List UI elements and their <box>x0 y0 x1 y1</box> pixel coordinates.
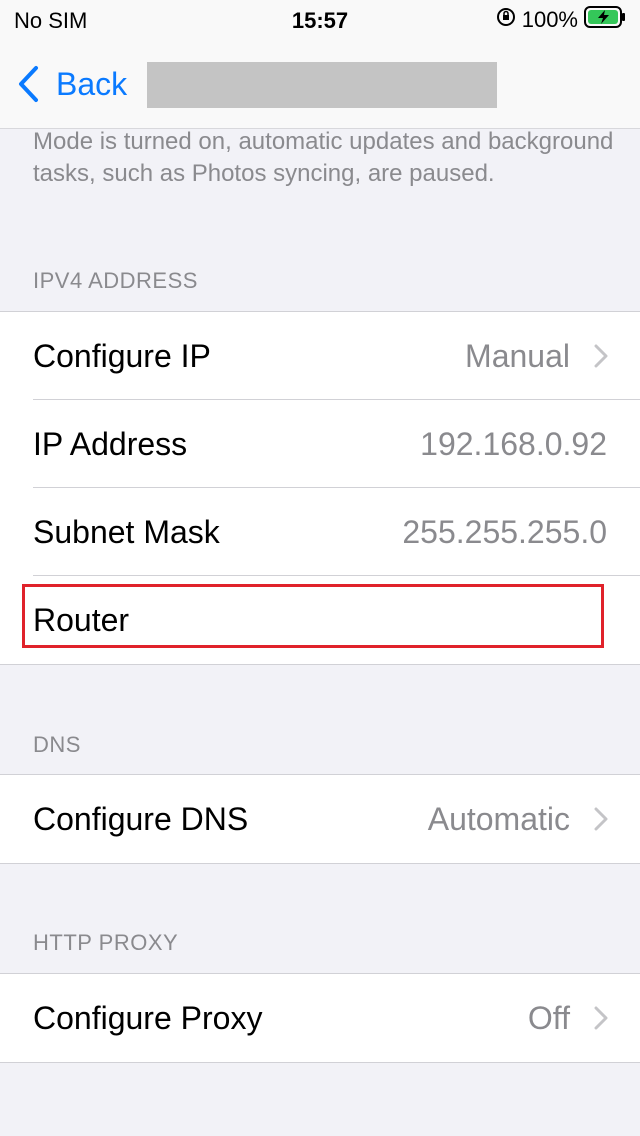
back-button[interactable]: Back <box>16 62 127 106</box>
chevron-right-icon <box>594 344 608 368</box>
configure-dns-value: Automatic <box>427 801 570 837</box>
configure-proxy-value: Off <box>527 1000 570 1036</box>
redacted-title <box>147 62 497 108</box>
ipv4-section-header: IPV4 ADDRESS <box>33 268 198 293</box>
ip-address-label: IP Address <box>33 426 188 462</box>
battery-percent: 100% <box>521 7 578 32</box>
ip-address-value[interactable]: 192.168.0.92 <box>420 400 607 488</box>
configure-proxy-label: Configure Proxy <box>33 1000 263 1036</box>
http-proxy-section-header: HTTP PROXY <box>33 930 179 955</box>
configure-dns-row[interactable]: Configure DNS Automatic <box>0 775 640 863</box>
router-row[interactable]: Router <box>0 576 640 664</box>
status-right: 100% <box>496 6 626 34</box>
chevron-right-icon <box>594 807 608 831</box>
chevron-left-icon <box>19 66 38 102</box>
subnet-mask-row[interactable]: Subnet Mask 255.255.255.0 <box>0 488 640 576</box>
back-label: Back <box>56 65 128 102</box>
orientation-lock-icon <box>496 7 516 33</box>
status-bar: No SIM 15:57 100% <box>0 0 640 40</box>
subnet-mask-label: Subnet Mask <box>33 514 220 550</box>
router-label: Router <box>33 602 130 638</box>
configure-proxy-row[interactable]: Configure Proxy Off <box>0 974 640 1062</box>
configure-ip-value: Manual <box>465 338 570 374</box>
configure-ip-row[interactable]: Configure IP Manual <box>0 312 640 400</box>
navigation-bar: Back <box>0 40 640 129</box>
subnet-mask-value[interactable]: 255.255.255.0 <box>402 488 607 576</box>
proxy-group: Configure Proxy Off <box>0 973 640 1063</box>
battery-charging-icon <box>584 6 626 34</box>
section-footer-note: Mode is turned on, automatic updates and… <box>33 128 614 187</box>
dns-section-header: DNS <box>33 732 81 757</box>
configure-dns-label: Configure DNS <box>33 801 249 837</box>
chevron-right-icon <box>594 1006 608 1030</box>
dns-group: Configure DNS Automatic <box>0 774 640 864</box>
ip-address-row[interactable]: IP Address 192.168.0.92 <box>0 400 640 488</box>
ipv4-group: Configure IP Manual IP Address 192.168.0… <box>0 311 640 665</box>
configure-ip-label: Configure IP <box>33 338 211 374</box>
